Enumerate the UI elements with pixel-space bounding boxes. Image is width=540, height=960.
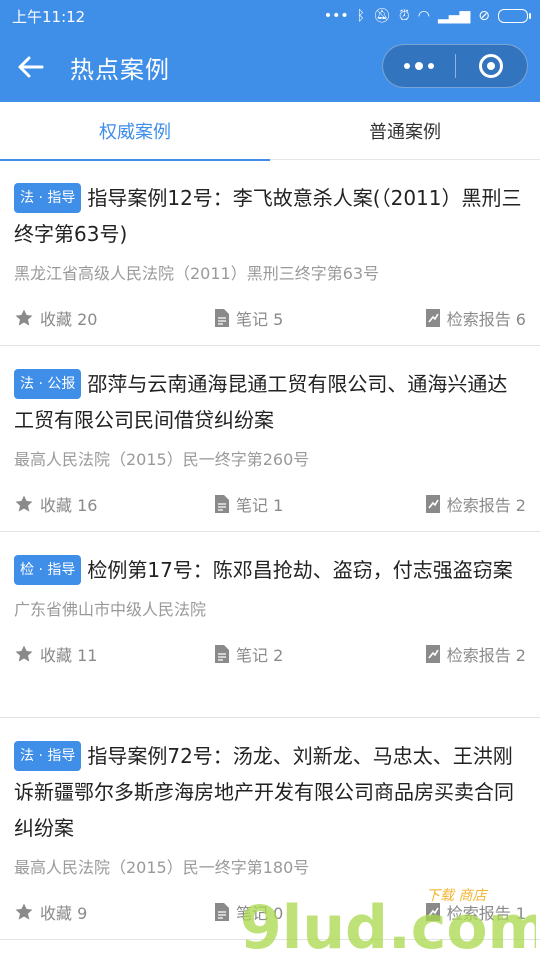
- star-icon: [15, 645, 33, 662]
- battery-icon: [498, 9, 531, 23]
- favorite-button[interactable]: 收藏 20: [14, 306, 214, 330]
- bluetooth-icon: ᛒ: [356, 8, 366, 24]
- favorite-button[interactable]: 收藏 11: [14, 642, 214, 666]
- report-icon: [425, 645, 440, 663]
- notes-button[interactable]: 笔记 1: [214, 492, 410, 516]
- report-count: 检索报告 2: [446, 646, 526, 665]
- target-icon: [479, 54, 504, 78]
- case-title: 法 · 指导 指导案例72号：汤龙、刘新龙、马忠太、王洪刚诉新疆鄂尔多斯彦海房地产…: [14, 738, 526, 846]
- favorite-count: 收藏 16: [40, 496, 98, 515]
- case-title-text: 邵萍与云南通海昆通工贸有限公司、通海兴通达工贸有限公司民间借贷纠纷案: [14, 372, 508, 432]
- case-list: 法 · 指导 指导案例12号：李飞故意杀人案(（2011）黑刑三终字第63号) 黑…: [0, 160, 540, 940]
- document-icon: [215, 645, 229, 663]
- case-court: 广东省佛山市中级人民法院: [14, 600, 207, 619]
- document-icon: [215, 903, 229, 921]
- list-item[interactable]: 法 · 指导 指导案例72号：汤龙、刘新龙、马忠太、王洪刚诉新疆鄂尔多斯彦海房地产…: [0, 718, 540, 940]
- favorite-button[interactable]: 收藏 9: [14, 900, 214, 924]
- notes-count: 笔记 0: [236, 904, 284, 923]
- page-title: 热点案例: [70, 55, 170, 84]
- status-icons: ••• ᛒ 🔕︎ ⏰︎ ◠ ▂▄▆ ⊘: [323, 8, 531, 24]
- status-time: 上午11:12: [12, 7, 86, 26]
- report-icon: [425, 495, 440, 513]
- case-title-text: 指导案例12号：李飞故意杀人案(（2011）黑刑三终字第63号): [14, 186, 522, 246]
- case-court: 最高人民法院（2015）民一终字第180号: [14, 858, 310, 877]
- search-report-button[interactable]: 检索报告 2: [410, 492, 526, 516]
- case-title-text: 指导案例72号：汤龙、刘新龙、马忠太、王洪刚诉新疆鄂尔多斯彦海房地产开发有限公司…: [14, 744, 514, 840]
- report-count: 检索报告 1: [446, 904, 526, 923]
- case-title-text: 检例第17号：陈邓昌抢劫、盗窃，付志强盗窃案: [87, 558, 513, 582]
- favorite-count: 收藏 9: [40, 904, 88, 923]
- notes-button[interactable]: 笔记 5: [214, 306, 410, 330]
- case-meta: 收藏 20 笔记 5 检索报告 6: [14, 286, 526, 350]
- case-title: 法 · 公报 邵萍与云南通海昆通工贸有限公司、通海兴通达工贸有限公司民间借贷纠纷案: [14, 366, 526, 438]
- case-badge: 法 · 公报: [14, 369, 82, 399]
- report-icon: [425, 309, 440, 327]
- favorite-button[interactable]: 收藏 16: [14, 492, 214, 516]
- star-icon: [15, 309, 33, 326]
- tab-authoritative-cases[interactable]: 权威案例: [0, 102, 270, 161]
- favorite-count: 收藏 11: [40, 646, 98, 665]
- search-report-button[interactable]: 检索报告 6: [410, 306, 526, 330]
- document-icon: [215, 309, 229, 327]
- alarm-icon: ⏰︎: [398, 8, 410, 24]
- case-title: 法 · 指导 指导案例12号：李飞故意杀人案(（2011）黑刑三终字第63号): [14, 180, 526, 252]
- report-icon: [425, 903, 440, 921]
- dot-icon: [414, 62, 423, 70]
- case-court: 黑龙江省高级人民法院（2011）黑刑三终字第63号: [14, 264, 380, 283]
- case-meta: 收藏 9 笔记 0 检索报告 1: [14, 880, 526, 944]
- close-miniprogram-button[interactable]: [456, 44, 528, 88]
- list-item[interactable]: 检 · 指导 检例第17号：陈邓昌抢劫、盗窃，付志强盗窃案 广东省佛山市中级人民法…: [0, 532, 540, 718]
- list-item[interactable]: 法 · 指导 指导案例12号：李飞故意杀人案(（2011）黑刑三终字第63号) 黑…: [0, 160, 540, 346]
- report-count: 检索报告 6: [446, 310, 526, 329]
- case-meta: 收藏 11 笔记 2 检索报告 2: [14, 622, 526, 686]
- report-count: 检索报告 2: [446, 496, 526, 515]
- app-header: 热点案例: [0, 32, 540, 102]
- notes-button[interactable]: 笔记 2: [214, 642, 410, 666]
- case-badge: 法 · 指导: [14, 741, 82, 771]
- search-report-button[interactable]: 检索报告 1: [410, 900, 526, 924]
- star-icon: [15, 495, 33, 512]
- notes-count: 笔记 2: [236, 646, 284, 665]
- dot-icon: [403, 63, 410, 69]
- more-options-button[interactable]: [383, 44, 455, 88]
- search-report-button[interactable]: 检索报告 2: [410, 642, 526, 666]
- no-sim-icon: ⊘: [478, 8, 490, 24]
- case-type-tabs: 权威案例 普通案例: [0, 102, 540, 161]
- back-button[interactable]: [0, 32, 60, 102]
- case-badge: 法 · 指导: [14, 183, 82, 213]
- notes-count: 笔记 1: [236, 496, 284, 515]
- wifi-icon: ◠: [417, 8, 430, 24]
- more-notifications-icon: •••: [323, 8, 349, 24]
- tab-ordinary-cases[interactable]: 普通案例: [270, 102, 540, 160]
- list-item[interactable]: 法 · 公报 邵萍与云南通海昆通工贸有限公司、通海兴通达工贸有限公司民间借贷纠纷案…: [0, 346, 540, 532]
- mute-icon: 🔕︎: [373, 8, 391, 24]
- case-court: 最高人民法院（2015）民一终字第260号: [14, 450, 310, 469]
- dot-icon: [427, 63, 434, 69]
- document-icon: [215, 495, 229, 513]
- notes-button[interactable]: 笔记 0: [214, 900, 410, 924]
- arrow-left-icon: [18, 56, 44, 78]
- star-icon: [15, 903, 33, 920]
- case-title: 检 · 指导 检例第17号：陈邓昌抢劫、盗窃，付志强盗窃案: [14, 552, 526, 588]
- signal-icon: ▂▄▆: [437, 8, 471, 24]
- case-meta: 收藏 16 笔记 1 检索报告 2: [14, 472, 526, 536]
- status-bar: 上午11:12 ••• ᛒ 🔕︎ ⏰︎ ◠ ▂▄▆ ⊘: [0, 0, 540, 32]
- favorite-count: 收藏 20: [40, 310, 98, 329]
- miniprogram-capsule: [382, 44, 528, 88]
- notes-count: 笔记 5: [236, 310, 284, 329]
- case-badge: 检 · 指导: [14, 555, 82, 585]
